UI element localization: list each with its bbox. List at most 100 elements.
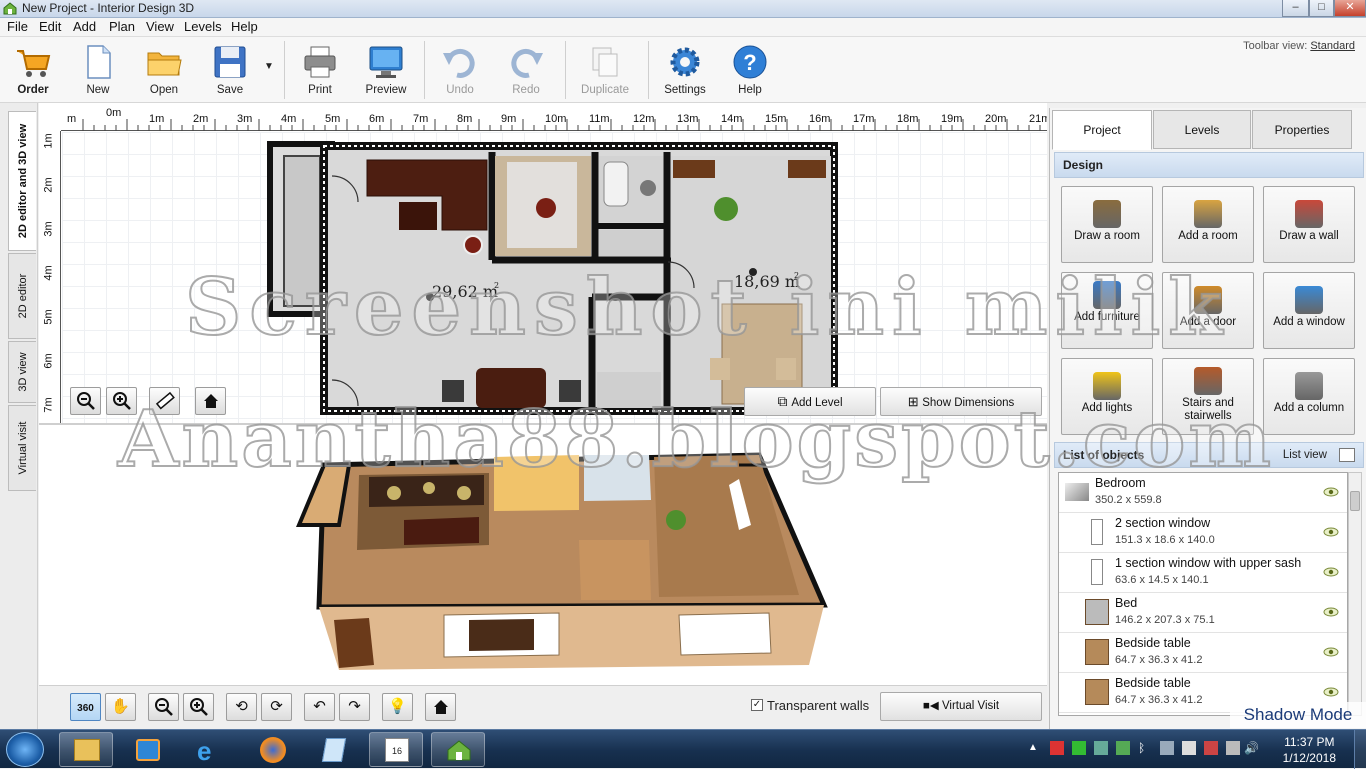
redo-button[interactable]: Redo [496, 41, 556, 96]
tab-virtual-visit[interactable]: Virtual visit [8, 405, 36, 491]
order-button[interactable]: Order [3, 41, 63, 96]
clock[interactable]: 11:37 PM 1/12/2018 [1283, 734, 1336, 766]
tray-expand-icon[interactable]: ▲ [1028, 742, 1038, 753]
house-3d-render[interactable] [39, 425, 1047, 685]
tray-icon-usb[interactable] [1182, 741, 1196, 755]
new-button[interactable]: New [68, 41, 128, 96]
virtual-visit-button[interactable]: ■◀ Virtual Visit [880, 692, 1042, 721]
network-icon[interactable] [1226, 741, 1240, 755]
duplicate-button[interactable]: Duplicate [575, 41, 635, 96]
transparent-walls-checkbox[interactable]: ✓ [751, 699, 763, 711]
objects-list[interactable]: Bedroom 350.2 x 559.8 2 section window 151.… [1058, 472, 1348, 716]
menu-add[interactable]: Add [73, 19, 96, 34]
zoom-out-button[interactable] [70, 387, 101, 415]
tray-icon-display[interactable] [1160, 741, 1174, 755]
list-item[interactable]: 2 section window 151.3 x 18.6 x 140.0 [1059, 513, 1347, 553]
taskbar-firefox[interactable] [245, 732, 299, 767]
eye-icon[interactable] [1323, 526, 1339, 538]
taskbar-internet-explorer[interactable]: e [183, 732, 237, 767]
eye-icon[interactable] [1323, 566, 1339, 578]
lighting-button[interactable]: 💡 [382, 693, 413, 721]
tab-2d-editor[interactable]: 2D editor [8, 253, 36, 339]
list-view-icon[interactable] [1339, 448, 1355, 462]
plan-editor-2d[interactable]: m 0m 1m 2m 3m 4m 5m 6m 7m 8m 9m 10m 11m 12m 13m 14m 15m 1… [39, 103, 1047, 425]
maximize-button[interactable]: □ [1309, 0, 1334, 17]
taskbar-interior-design-3d[interactable] [431, 732, 485, 767]
volume-icon[interactable]: 🔊 [1244, 741, 1259, 755]
view-3d[interactable] [39, 425, 1047, 685]
settings-button[interactable]: Settings [655, 41, 715, 96]
list-item[interactable]: Bedroom 350.2 x 559.8 [1059, 473, 1347, 513]
save-button[interactable]: Save [200, 41, 260, 96]
close-button[interactable]: ✕ [1334, 0, 1366, 17]
taskbar-app[interactable] [307, 732, 361, 767]
add-level-button[interactable]: ⧉ Add Level [744, 387, 876, 416]
menu-plan[interactable]: Plan [109, 19, 135, 34]
toolbar-view-link[interactable]: Standard [1310, 40, 1355, 52]
show-desktop-button[interactable] [1354, 730, 1366, 769]
system-tray-icons[interactable]: ᛒ 🔊 [1050, 741, 1270, 757]
list-item[interactable]: Bedside table 64.7 x 36.3 x 41.2 [1059, 633, 1347, 673]
door-button[interactable]: Add a door [1162, 272, 1254, 349]
list-view-label[interactable]: List view [1283, 443, 1327, 467]
tab-properties[interactable]: Properties [1252, 110, 1352, 149]
zoom-in-button[interactable] [106, 387, 137, 415]
tab-3d-view[interactable]: 3D view [8, 341, 36, 403]
rotate-right-button[interactable]: ⟳ [261, 693, 292, 721]
menu-edit[interactable]: Edit [39, 19, 61, 34]
menu-view[interactable]: View [146, 19, 174, 34]
zoom-in-3d-button[interactable] [183, 693, 214, 721]
start-button[interactable] [6, 732, 44, 767]
zoom-out-3d-button[interactable] [148, 693, 179, 721]
bulb-button[interactable]: Add lights [1061, 358, 1153, 435]
shadow-mode-label[interactable]: Shadow Mode [1230, 702, 1366, 728]
bluetooth-icon[interactable]: ᛒ [1138, 741, 1152, 755]
tray-icon-network-share[interactable] [1094, 741, 1108, 755]
rotate-360-button[interactable]: 360 [70, 693, 101, 721]
home-3d-button[interactable] [425, 693, 456, 721]
window-button[interactable]: Add a window [1263, 272, 1355, 349]
furniture-button[interactable]: Add furniture [1061, 272, 1153, 349]
list-item[interactable]: 1 section window with upper sash 63.6 x 1… [1059, 553, 1347, 593]
undo-button[interactable]: Undo [430, 41, 490, 96]
brick-wall-button[interactable]: Draw a wall [1263, 186, 1355, 263]
tab-project[interactable]: Project [1052, 110, 1152, 150]
save-dropdown-icon[interactable]: ▼ [264, 61, 274, 72]
taskbar-media-player[interactable] [121, 732, 175, 767]
list-item[interactable]: Bed 146.2 x 207.3 x 75.1 [1059, 593, 1347, 633]
tray-icon-update[interactable] [1116, 741, 1130, 755]
column-button[interactable]: Add a column [1263, 358, 1355, 435]
rotate-left-button[interactable]: ⟲ [226, 693, 257, 721]
eye-icon[interactable] [1323, 486, 1339, 498]
floor-plan[interactable]: 29,62 m 2 18,69 m 2 [62, 132, 1047, 425]
measure-button[interactable] [149, 387, 180, 415]
stairs-button[interactable]: Stairs and stairwells [1162, 358, 1254, 435]
pan-button[interactable]: ✋ [105, 693, 136, 721]
add-room-button[interactable]: Add a room [1162, 186, 1254, 263]
tilt-down-button[interactable]: ↷ [339, 693, 370, 721]
tab-levels[interactable]: Levels [1153, 110, 1251, 149]
preview-button[interactable]: Preview [356, 41, 416, 96]
show-dimensions-button[interactable]: ⊞ Show Dimensions [880, 387, 1042, 416]
print-button[interactable]: Print [290, 41, 350, 96]
eye-icon[interactable] [1323, 606, 1339, 618]
tray-icon-power[interactable] [1204, 741, 1218, 755]
tab-2d-editor-and-3d-view[interactable]: 2D editor and 3D view [8, 111, 36, 251]
menu-levels[interactable]: Levels [184, 19, 222, 34]
tilt-up-button[interactable]: ↶ [304, 693, 335, 721]
eye-icon[interactable] [1323, 686, 1339, 698]
home-view-button[interactable] [195, 387, 226, 415]
menu-file[interactable]: File [7, 19, 28, 34]
help-button[interactable]: ? Help [720, 41, 780, 96]
tray-icon-security[interactable] [1050, 741, 1064, 755]
objects-list-scrollbar[interactable] [1348, 472, 1362, 716]
draw-room-button[interactable]: Draw a room [1061, 186, 1153, 263]
taskbar-calendar[interactable]: 16 [369, 732, 423, 767]
tray-icon-check[interactable] [1072, 741, 1086, 755]
eye-icon[interactable] [1323, 646, 1339, 658]
minimize-button[interactable]: – [1282, 0, 1309, 17]
open-button[interactable]: Open [134, 41, 194, 96]
menu-help[interactable]: Help [231, 19, 258, 34]
taskbar-explorer[interactable] [59, 732, 113, 767]
scrollbar-thumb[interactable] [1350, 491, 1360, 511]
